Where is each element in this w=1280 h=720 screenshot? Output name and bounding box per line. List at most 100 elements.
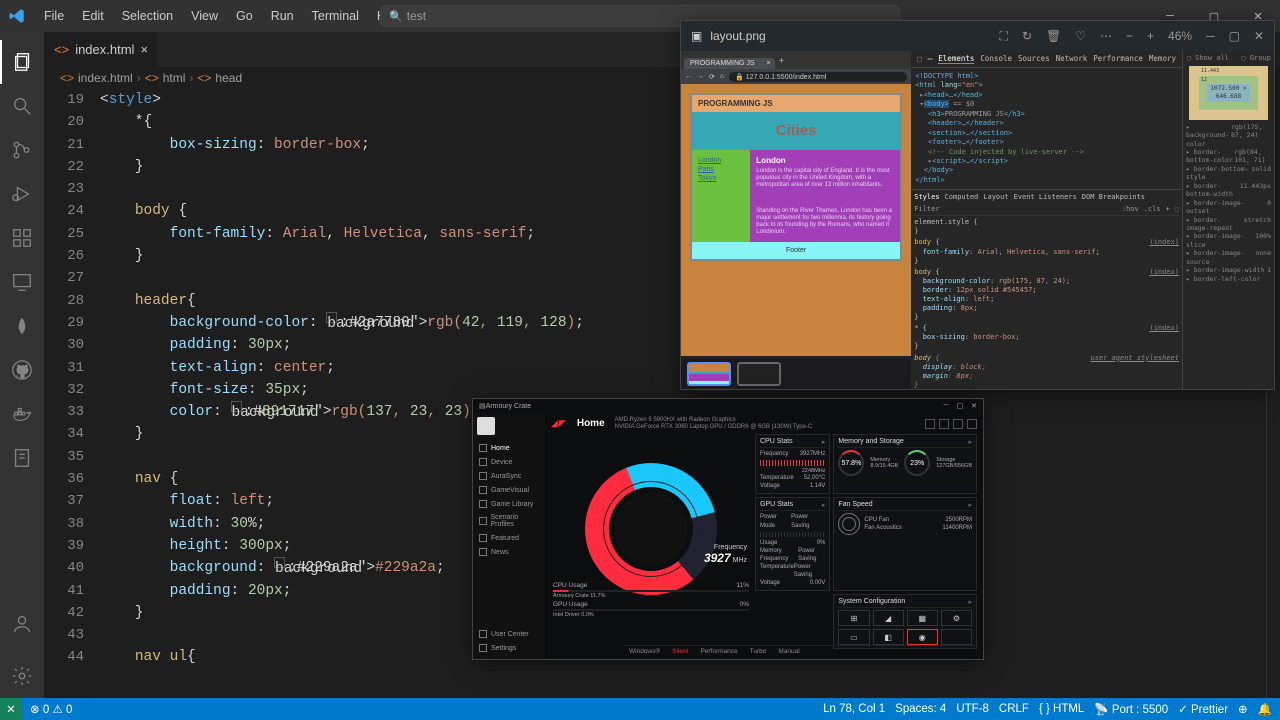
- menu-view[interactable]: View: [183, 5, 226, 27]
- subtab-styles[interactable]: Styles: [914, 193, 939, 201]
- subtab-computed[interactable]: Computed: [945, 193, 979, 201]
- mongodb-icon[interactable]: [0, 304, 44, 348]
- home-icon[interactable]: ⌂: [720, 73, 724, 80]
- grid-4-icon[interactable]: [967, 419, 977, 429]
- rotate-icon[interactable]: ↻: [1022, 29, 1032, 44]
- remote-icon[interactable]: [0, 260, 44, 304]
- crop-icon[interactable]: ⛶: [1000, 29, 1008, 44]
- status-feedback-icon[interactable]: ⊕: [1238, 702, 1248, 716]
- url-field[interactable]: 🔒 127.0.0.1:5500/index.html: [729, 72, 907, 82]
- fan-panel[interactable]: Fan Speed▸ CPU Fan2500RPM Fan Acoustics1…: [833, 497, 977, 591]
- minimize-icon[interactable]: ─: [1206, 29, 1215, 44]
- grid-2-icon[interactable]: [939, 419, 949, 429]
- tab-network[interactable]: Network: [1056, 54, 1088, 64]
- status-prettier[interactable]: ✓ Prettier: [1178, 702, 1228, 716]
- avatar[interactable]: [477, 417, 495, 435]
- fwd-icon[interactable]: →: [697, 73, 704, 80]
- maximize-icon[interactable]: ▢: [957, 402, 964, 410]
- docker-icon[interactable]: [0, 392, 44, 436]
- crumb-head[interactable]: head: [215, 71, 242, 85]
- status-bell-icon[interactable]: 🔔: [1258, 702, 1272, 716]
- device-icon[interactable]: ▭: [928, 54, 933, 64]
- grid-3-icon[interactable]: [953, 419, 963, 429]
- image-viewer-window[interactable]: ▣ layout.png ⛶ ↻ 🗑 ♡ ⋯ − + 46% ─ ▢ ✕ PRO…: [680, 20, 1275, 390]
- mode-windows[interactable]: Windows®: [629, 648, 660, 655]
- menu-run[interactable]: Run: [263, 5, 302, 27]
- status-cursor[interactable]: Ln 78, Col 1: [823, 703, 885, 715]
- mode-manual[interactable]: Manual: [778, 648, 799, 655]
- debug-icon[interactable]: [0, 172, 44, 216]
- inspect-icon[interactable]: ⬚: [917, 54, 922, 64]
- zoom-in-icon[interactable]: +: [1147, 29, 1154, 44]
- crumb-file[interactable]: index.html: [78, 71, 133, 85]
- memory-panel[interactable]: Memory and Storage▸ 57.8% Memory8.9/15.4…: [833, 434, 977, 494]
- ac-menu-gamevisual[interactable]: GameVisual: [477, 483, 541, 497]
- ac-menu-news[interactable]: News: [477, 545, 541, 559]
- cpu-stats-panel[interactable]: CPU Stats▸ Frequency3927MHz 2248MHz Temp…: [755, 434, 830, 494]
- trash-icon[interactable]: 🗑: [1046, 29, 1061, 44]
- menu-go[interactable]: Go: [228, 5, 261, 27]
- tab-close-icon[interactable]: ×: [766, 60, 770, 67]
- ac-menu-aurasync[interactable]: AuraSync: [477, 469, 541, 483]
- armoury-crate-window[interactable]: ▤Armoury Crate ─▢✕ HomeDeviceAuraSyncGam…: [472, 398, 984, 660]
- status-spaces[interactable]: Spaces: 4: [895, 703, 946, 715]
- chrome-tab[interactable]: PROGRAMMING JS×: [684, 58, 775, 69]
- tab-elements[interactable]: Elements: [938, 54, 974, 64]
- menu-file[interactable]: File: [36, 5, 72, 27]
- heart-icon[interactable]: ♡: [1075, 29, 1086, 44]
- ac-titlebar[interactable]: ▤Armoury Crate ─▢✕: [473, 399, 983, 413]
- account-icon[interactable]: [0, 602, 44, 646]
- ac-menu-featured[interactable]: Featured: [477, 531, 541, 545]
- zoom-out-icon[interactable]: −: [1126, 29, 1133, 44]
- computed-sidebar[interactable]: ▢ Show all ▢ Group 11.443 12 1072.500 × …: [1182, 51, 1274, 389]
- extensions-icon[interactable]: [0, 216, 44, 260]
- back-icon[interactable]: ←: [685, 73, 692, 80]
- more-icon[interactable]: ⋯: [1100, 29, 1112, 44]
- thumbnail-2[interactable]: [737, 362, 781, 386]
- search-icon[interactable]: [0, 84, 44, 128]
- ac-menu-device[interactable]: Device: [477, 455, 541, 469]
- gpu-stats-panel[interactable]: GPU Stats▸ Power ModePower Saving Usage0…: [755, 497, 830, 591]
- ac-menu-home[interactable]: Home: [477, 441, 541, 455]
- ac-menu-scenario-profiles[interactable]: Scenario Profiles: [477, 511, 541, 531]
- subtab-dombp[interactable]: DOM Breakpoints: [1082, 193, 1145, 201]
- sysconfig-panel[interactable]: System Configuration▸ ⊞◢▦⚙ ▭◧◉: [833, 594, 977, 649]
- mode-silent[interactable]: Silent: [672, 648, 688, 655]
- menu-selection[interactable]: Selection: [114, 5, 181, 27]
- minimize-icon[interactable]: ─: [944, 402, 949, 410]
- grid-1-icon[interactable]: [925, 419, 935, 429]
- status-eol[interactable]: CRLF: [999, 703, 1029, 715]
- github-icon[interactable]: [0, 348, 44, 392]
- tab-memory[interactable]: Memory: [1149, 54, 1176, 64]
- settings-icon[interactable]: [0, 654, 44, 698]
- user-center[interactable]: User Center: [477, 627, 541, 641]
- close-icon[interactable]: ✕: [971, 402, 977, 410]
- explorer-icon[interactable]: [0, 40, 44, 84]
- status-problems[interactable]: ⊗ 0 ⚠ 0: [30, 702, 72, 716]
- status-encoding[interactable]: UTF-8: [956, 703, 989, 715]
- reload-icon[interactable]: ⟳: [709, 73, 715, 81]
- tab-close-icon[interactable]: ×: [140, 42, 148, 57]
- thumbnail-1[interactable]: [687, 362, 731, 386]
- styles-pane[interactable]: Styles Computed Layout Event Listeners D…: [911, 189, 1182, 393]
- dom-tree[interactable]: <!DOCTYPE html> <html lang="en"> ▸<head>…: [911, 68, 1182, 189]
- new-tab-icon[interactable]: +: [779, 56, 785, 69]
- ac-menu-game-library[interactable]: Game Library: [477, 497, 541, 511]
- status-lang[interactable]: { } HTML: [1039, 703, 1084, 715]
- crumb-html[interactable]: html: [163, 71, 186, 85]
- close-icon[interactable]: ✕: [1254, 29, 1264, 44]
- menu-edit[interactable]: Edit: [74, 5, 112, 27]
- ac-settings[interactable]: Settings: [477, 641, 541, 655]
- scm-icon[interactable]: [0, 128, 44, 172]
- maximize-icon[interactable]: ▢: [1229, 29, 1240, 44]
- subtab-layout[interactable]: Layout: [983, 193, 1008, 201]
- tab-console[interactable]: Console: [980, 54, 1012, 64]
- todo-icon[interactable]: [0, 436, 44, 480]
- mode-turbo[interactable]: Turbo: [750, 648, 767, 655]
- tab-sources[interactable]: Sources: [1018, 54, 1050, 64]
- subtab-listeners[interactable]: Event Listeners: [1014, 193, 1077, 201]
- status-port[interactable]: 📡 Port : 5500: [1094, 702, 1168, 716]
- mode-performance[interactable]: Performance: [700, 648, 737, 655]
- tab-performance[interactable]: Performance: [1093, 54, 1143, 64]
- tab-index-html[interactable]: <> index.html ×: [44, 32, 159, 67]
